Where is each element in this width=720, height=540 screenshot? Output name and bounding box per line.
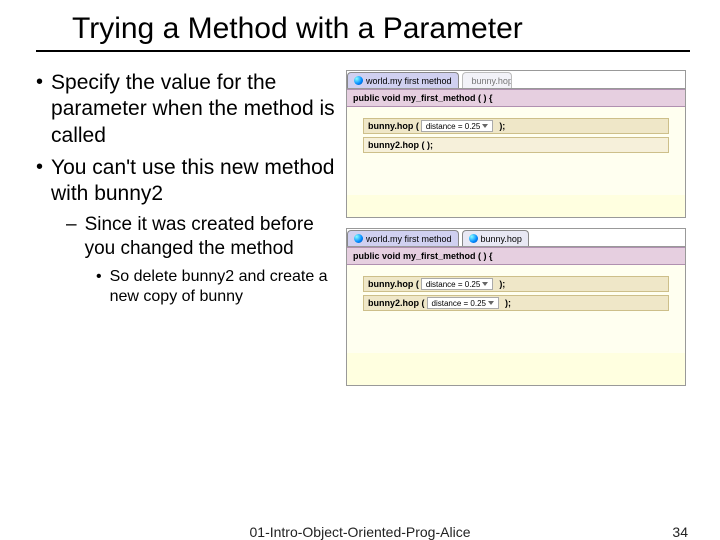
- code-call: bunny2.hop (: [368, 298, 425, 308]
- bullet-1-text: Specify the value for the parameter when…: [51, 70, 336, 149]
- code-panel-2: world.my first method bunny.hop public v…: [346, 228, 686, 386]
- param-chip[interactable]: distance = 0.25: [427, 297, 499, 309]
- bullet-dot-icon: •: [36, 155, 43, 208]
- loose-call: bunny2.hop ( );: [368, 140, 433, 150]
- subsubbullet-1-text: So delete bunny2 and create a new copy o…: [110, 267, 336, 307]
- code-line-loose[interactable]: bunny2.hop ( );: [363, 137, 669, 153]
- code-line-1[interactable]: bunny.hop ( distance = 0.25 );: [363, 118, 669, 134]
- tab-world-method[interactable]: world.my first method: [347, 230, 459, 246]
- tab-label: bunny.hop: [481, 234, 522, 244]
- subbullet-1: – Since it was created before you change…: [66, 213, 336, 261]
- code-line-1[interactable]: bunny.hop ( distance = 0.25 );: [363, 276, 669, 292]
- code-end: );: [499, 121, 505, 131]
- globe-icon: [354, 76, 363, 85]
- method-body: bunny.hop ( distance = 0.25 ); bunny2.ho…: [347, 107, 685, 195]
- chevron-down-icon: [488, 301, 494, 305]
- code-panel-1: world.my first method bunny.hop public v…: [346, 70, 686, 218]
- method-signature: public void my_first_method ( ) {: [347, 89, 685, 107]
- globe-icon: [354, 234, 363, 243]
- chevron-down-icon: [482, 282, 488, 286]
- code-line-2[interactable]: bunny2.hop ( distance = 0.25 );: [363, 295, 669, 311]
- page-number: 34: [672, 524, 688, 540]
- footer-center: 01-Intro-Object-Oriented-Prog-Alice: [250, 524, 471, 540]
- code-call: bunny.hop (: [368, 121, 419, 131]
- dash-icon: –: [66, 213, 77, 261]
- method-body: bunny.hop ( distance = 0.25 ); bunny2.ho…: [347, 265, 685, 353]
- slide-title: Trying a Method with a Parameter: [36, 0, 690, 52]
- param-chip[interactable]: distance = 0.25: [421, 278, 493, 290]
- bullet-1: • Specify the value for the parameter wh…: [36, 70, 336, 149]
- method-signature: public void my_first_method ( ) {: [347, 247, 685, 265]
- tab-bunny-hop[interactable]: bunny.hop: [462, 230, 529, 246]
- param-chip[interactable]: distance = 0.25: [421, 120, 493, 132]
- tab-label: world.my first method: [366, 234, 452, 244]
- param-text: distance = 0.25: [426, 280, 480, 289]
- bullet-dot-icon: •: [36, 70, 43, 149]
- tab-label: bunny.hop: [472, 76, 512, 86]
- content-area: • Specify the value for the parameter wh…: [0, 52, 720, 386]
- code-end: );: [505, 298, 511, 308]
- tab-world-method[interactable]: world.my first method: [347, 72, 459, 88]
- param-text: distance = 0.25: [426, 122, 480, 131]
- subbullet-1-text: Since it was created before you changed …: [85, 213, 336, 261]
- screenshots-column: world.my first method bunny.hop public v…: [346, 70, 686, 386]
- bullet-2-text: You can't use this new method with bunny…: [51, 155, 336, 208]
- globe-icon: [469, 234, 478, 243]
- bullet-list: • Specify the value for the parameter wh…: [36, 70, 336, 386]
- param-text: distance = 0.25: [432, 299, 486, 308]
- bullet-dot-icon: •: [96, 267, 102, 307]
- tab-bar: world.my first method bunny.hop: [347, 71, 685, 89]
- code-call: bunny.hop (: [368, 279, 419, 289]
- tab-bar: world.my first method bunny.hop: [347, 229, 685, 247]
- tab-label: world.my first method: [366, 76, 452, 86]
- code-end: );: [499, 279, 505, 289]
- subsubbullet-1: • So delete bunny2 and create a new copy…: [96, 267, 336, 307]
- bullet-2: • You can't use this new method with bun…: [36, 155, 336, 208]
- chevron-down-icon: [482, 124, 488, 128]
- tab-bunny-hop[interactable]: bunny.hop: [462, 72, 512, 88]
